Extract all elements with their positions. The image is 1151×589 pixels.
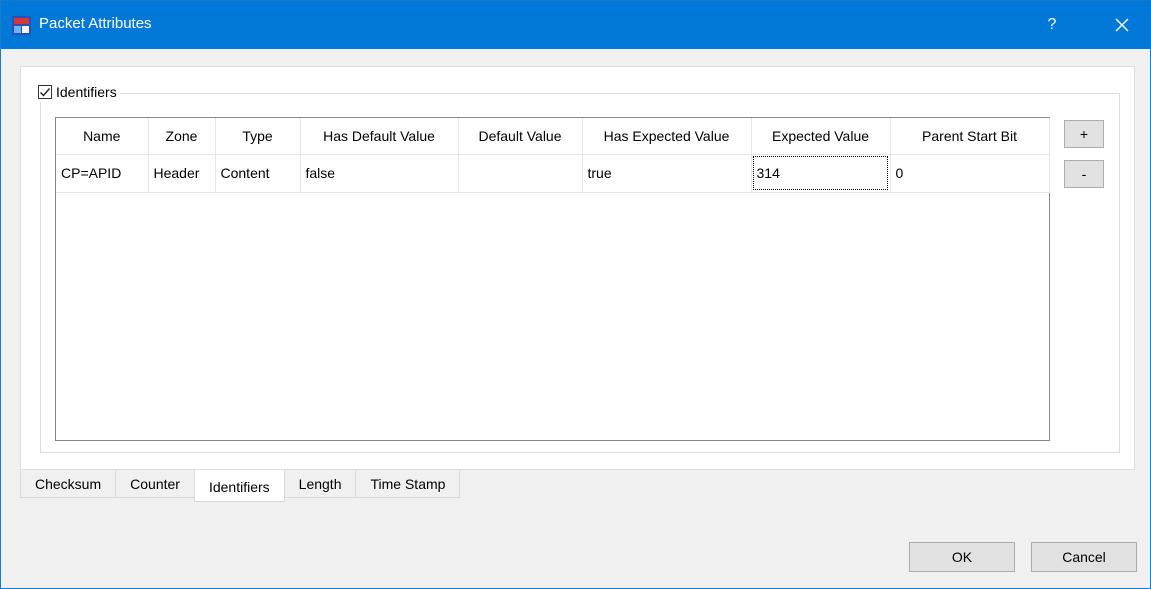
packet-attributes-dialog: Packet Attributes ? Identifiers Name Zon…	[0, 0, 1151, 589]
help-button[interactable]: ?	[1029, 1, 1075, 49]
cell-zone[interactable]: Header	[148, 154, 216, 193]
column-header-parent-start-bit[interactable]: Parent Start Bit	[890, 118, 1050, 155]
column-header-default-value[interactable]: Default Value	[458, 118, 583, 155]
checkmark-icon	[40, 88, 51, 97]
tab-length[interactable]: Length	[283, 470, 357, 498]
column-header-zone[interactable]: Zone	[148, 118, 216, 155]
identifiers-group-label: Identifiers	[56, 84, 117, 100]
cell-expected-value[interactable]: 314	[751, 154, 891, 193]
cell-has-default-value[interactable]: false	[300, 154, 459, 193]
tab-identifiers[interactable]: Identifiers	[193, 470, 285, 502]
cancel-button[interactable]: Cancel	[1031, 542, 1137, 572]
tab-bar: Checksum Counter Identifiers Length Time…	[20, 470, 461, 502]
tab-counter[interactable]: Counter	[115, 470, 195, 498]
column-header-name[interactable]: Name	[56, 118, 149, 155]
table-header-row: Name Zone Type Has Default Value Default…	[56, 118, 1050, 155]
cell-has-expected-value[interactable]: true	[582, 154, 752, 193]
close-icon	[1115, 18, 1129, 32]
close-button[interactable]	[1097, 1, 1147, 49]
identifiers-checkbox[interactable]	[38, 85, 52, 99]
tab-checksum[interactable]: Checksum	[20, 470, 117, 498]
identifiers-group-header: Identifiers	[36, 82, 120, 102]
tab-content-panel: Identifiers Name Zone Type Has Default V…	[20, 66, 1135, 470]
cell-default-value[interactable]	[458, 154, 583, 193]
ok-button[interactable]: OK	[909, 542, 1015, 572]
cell-name[interactable]: CP=APID	[56, 154, 149, 193]
column-header-has-default-value[interactable]: Has Default Value	[300, 118, 459, 155]
cell-type[interactable]: Content	[215, 154, 301, 193]
remove-row-button[interactable]: -	[1064, 160, 1104, 188]
column-header-has-expected-value[interactable]: Has Expected Value	[582, 118, 752, 155]
column-header-expected-value[interactable]: Expected Value	[751, 118, 891, 155]
packet-app-icon	[12, 16, 31, 35]
window-title: Packet Attributes	[39, 15, 152, 32]
tab-time-stamp[interactable]: Time Stamp	[355, 470, 461, 498]
column-header-type[interactable]: Type	[215, 118, 301, 155]
cell-parent-start-bit[interactable]: 0	[890, 154, 1050, 193]
table-row[interactable]: CP=APID Header Content false true 314 0	[56, 154, 1050, 193]
identifiers-table: Name Zone Type Has Default Value Default…	[55, 117, 1050, 441]
add-row-button[interactable]: +	[1064, 120, 1104, 148]
title-bar: Packet Attributes ?	[1, 1, 1150, 49]
